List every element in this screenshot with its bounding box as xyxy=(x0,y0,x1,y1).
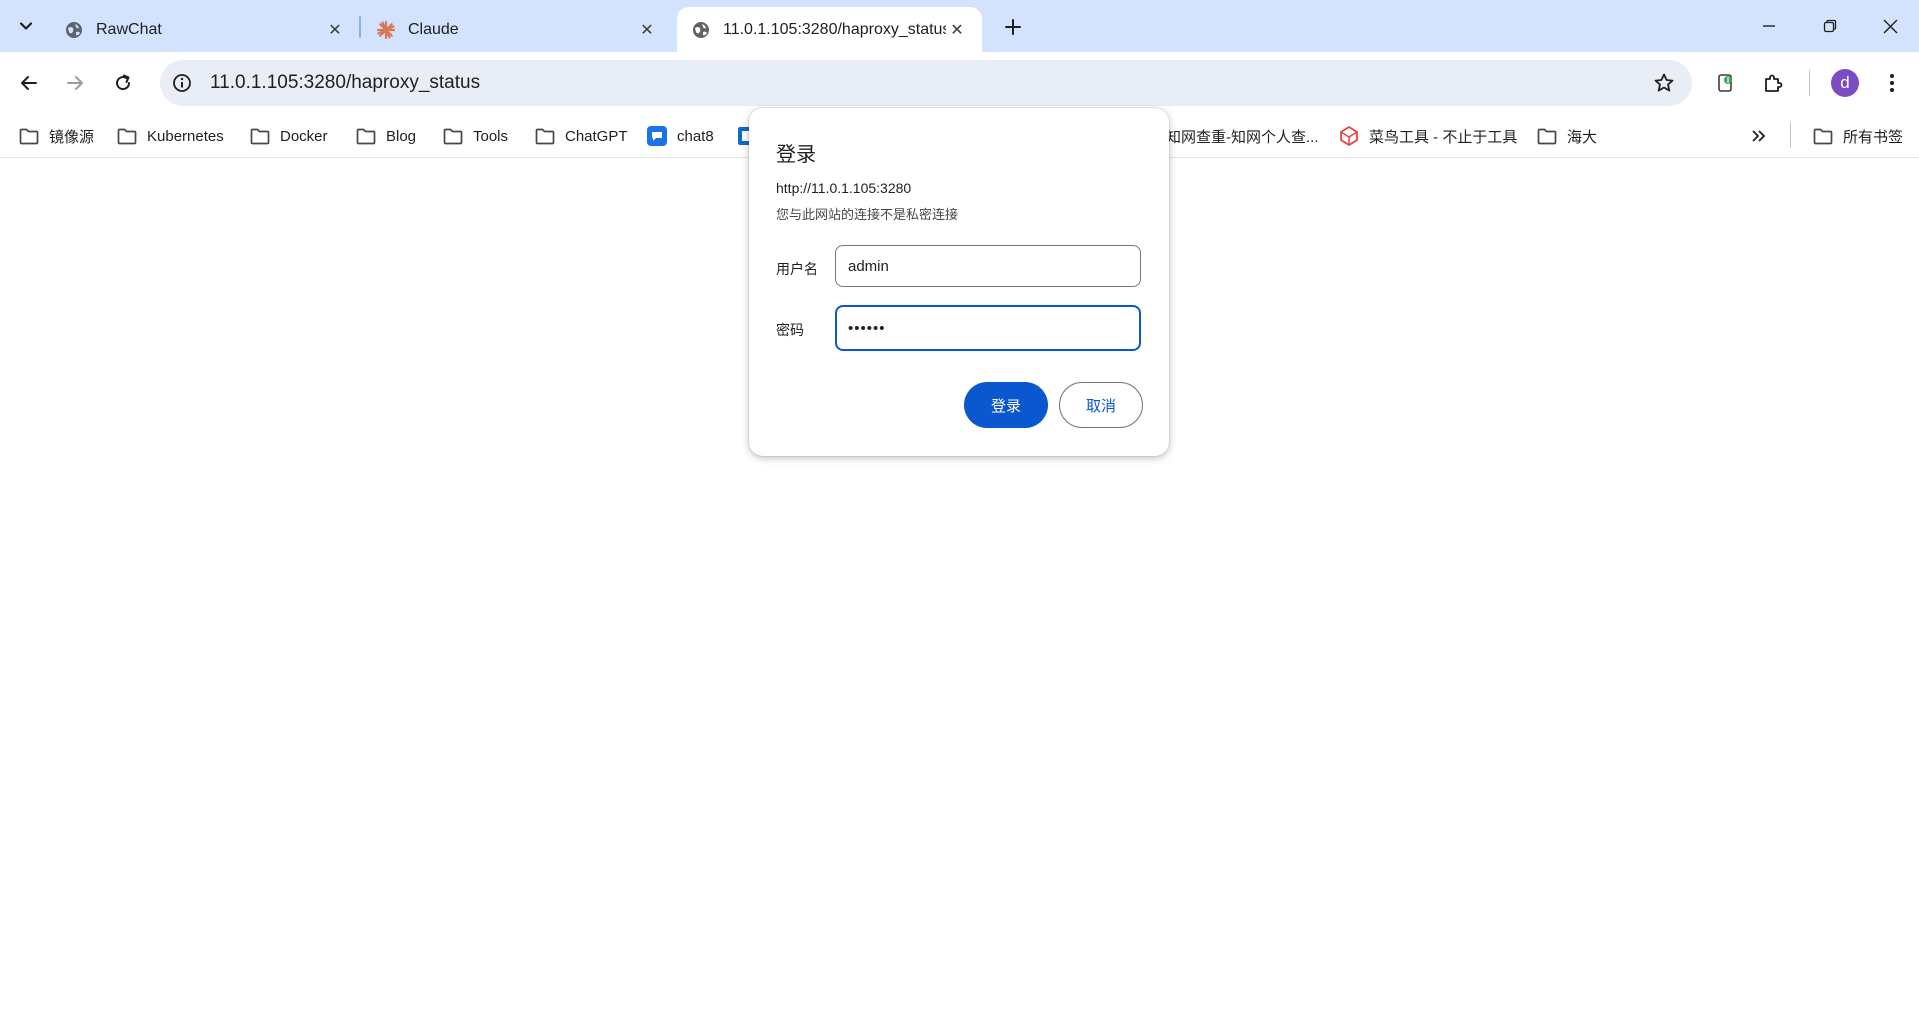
close-icon[interactable]: ✕ xyxy=(636,19,658,41)
folder-icon xyxy=(18,126,40,146)
bookmark-folder-kubernetes[interactable]: Kubernetes xyxy=(116,122,224,150)
chat-icon xyxy=(646,126,668,146)
minimize-button[interactable] xyxy=(1741,0,1797,52)
arrow-right-icon xyxy=(67,76,83,90)
extension-leaf-icon xyxy=(1718,74,1732,92)
login-button[interactable]: 登录 xyxy=(964,382,1048,428)
bookmarks-overflow-button[interactable] xyxy=(1748,122,1779,150)
bookmark-label: 菜鸟工具 - 不止于工具 xyxy=(1369,128,1518,146)
restore-button[interactable] xyxy=(1802,0,1858,52)
claude-icon xyxy=(376,20,396,40)
bookmark-folder-docker[interactable]: Docker xyxy=(249,122,328,150)
url-text[interactable]: 11.0.1.105:3280/haproxy_status xyxy=(210,72,480,94)
close-window-button[interactable] xyxy=(1862,0,1918,52)
close-icon[interactable]: ✕ xyxy=(324,19,346,41)
runoob-icon xyxy=(1338,126,1360,146)
bookmarks-divider xyxy=(1790,122,1791,148)
folder-icon xyxy=(1536,126,1558,146)
globe-icon xyxy=(691,20,711,40)
chevron-down-icon xyxy=(19,22,33,30)
tab-title: RawChat xyxy=(96,20,162,38)
bookmark-label: Kubernetes xyxy=(147,127,224,145)
restore-icon xyxy=(1823,19,1837,33)
folder-icon xyxy=(1812,126,1834,146)
bookmark-label: 海大 xyxy=(1567,128,1598,146)
bookmark-label: 所有书签 xyxy=(1843,128,1904,146)
dialog-title: 登录 xyxy=(776,144,816,166)
bookmark-label: ChatGPT xyxy=(565,127,628,145)
extension-button[interactable] xyxy=(1709,66,1743,100)
tab-strip: RawChat ✕ Claude ✕ 11.0.1.105:3280/hapro… xyxy=(0,0,1919,52)
all-bookmarks-folder[interactable]: 所有书签 xyxy=(1812,122,1903,150)
extensions-menu-button[interactable] xyxy=(1756,66,1790,100)
password-field[interactable]: •••••• xyxy=(835,305,1141,351)
username-label: 用户名 xyxy=(776,261,818,277)
tab-divider xyxy=(359,16,361,38)
minimize-icon xyxy=(1763,25,1775,27)
tab-title: 11.0.1.105:3280/haproxy_status xyxy=(723,20,946,38)
http-auth-dialog: 登录 http://11.0.1.105:3280 您与此网站的连接不是私密连接… xyxy=(749,108,1169,456)
username-field[interactable]: admin xyxy=(835,245,1141,287)
bookmark-label: Tools xyxy=(473,127,509,145)
arrow-left-icon xyxy=(21,76,37,90)
tab-claude[interactable]: Claude ✕ xyxy=(362,7,672,52)
bookmark-cnki[interactable]: 知网查重-知网个人查... xyxy=(1166,122,1319,150)
plus-icon xyxy=(1005,19,1021,35)
bookmark-folder-tools[interactable]: Tools xyxy=(442,122,508,150)
dialog-origin: http://11.0.1.105:3280 xyxy=(776,180,912,196)
bookmark-label: Docker xyxy=(280,127,328,145)
folder-icon xyxy=(534,126,556,146)
bookmark-label: Blog xyxy=(386,127,417,145)
tab-haproxy-status[interactable]: 11.0.1.105:3280/haproxy_status ✕ xyxy=(677,7,982,52)
profile-avatar[interactable]: d xyxy=(1831,69,1859,97)
more-menu-button[interactable] xyxy=(1875,66,1909,100)
folder-icon xyxy=(355,126,377,146)
folder-icon xyxy=(116,126,138,146)
bookmark-label: 知网查重-知网个人查... xyxy=(1166,128,1319,146)
folder-icon xyxy=(442,126,464,146)
toolbar-divider xyxy=(1809,70,1810,96)
close-icon xyxy=(1883,19,1897,33)
address-bar[interactable]: 11.0.1.105:3280/haproxy_status xyxy=(160,60,1692,106)
star-icon[interactable] xyxy=(1652,71,1676,95)
reload-icon xyxy=(116,74,131,91)
tab-rawchat[interactable]: RawChat ✕ xyxy=(50,7,360,52)
bookmark-folder-blog[interactable]: Blog xyxy=(355,122,416,150)
bookmark-folder-mirror[interactable]: 镜像源 xyxy=(18,122,94,150)
browser-toolbar: 11.0.1.105:3280/haproxy_status xyxy=(0,52,1919,114)
site-info-icon[interactable] xyxy=(170,71,194,95)
tab-search-button[interactable] xyxy=(10,10,42,42)
tab-title: Claude xyxy=(408,20,459,38)
bookmark-folder-haida[interactable]: 海大 xyxy=(1536,122,1597,150)
close-icon[interactable]: ✕ xyxy=(946,19,968,41)
bookmark-runoob[interactable]: 菜鸟工具 - 不止于工具 xyxy=(1338,122,1517,150)
back-button[interactable] xyxy=(12,66,46,100)
cancel-button[interactable]: 取消 xyxy=(1059,382,1143,428)
folder-icon xyxy=(249,126,271,146)
kebab-menu-icon xyxy=(1890,74,1894,92)
dialog-connection-warning: 您与此网站的连接不是私密连接 xyxy=(776,207,959,222)
bookmark-folder-chatgpt[interactable]: ChatGPT xyxy=(534,122,628,150)
new-tab-button[interactable] xyxy=(996,10,1030,44)
bookmark-chat8[interactable]: chat8 xyxy=(646,122,714,150)
bookmark-label: chat8 xyxy=(677,127,714,145)
double-chevron-right-icon xyxy=(1748,126,1770,146)
bookmark-label: 镜像源 xyxy=(49,128,95,146)
forward-button[interactable] xyxy=(58,66,92,100)
reload-button[interactable] xyxy=(106,66,140,100)
globe-icon xyxy=(64,20,84,40)
puzzle-icon xyxy=(1765,74,1783,92)
password-label: 密码 xyxy=(776,322,804,338)
